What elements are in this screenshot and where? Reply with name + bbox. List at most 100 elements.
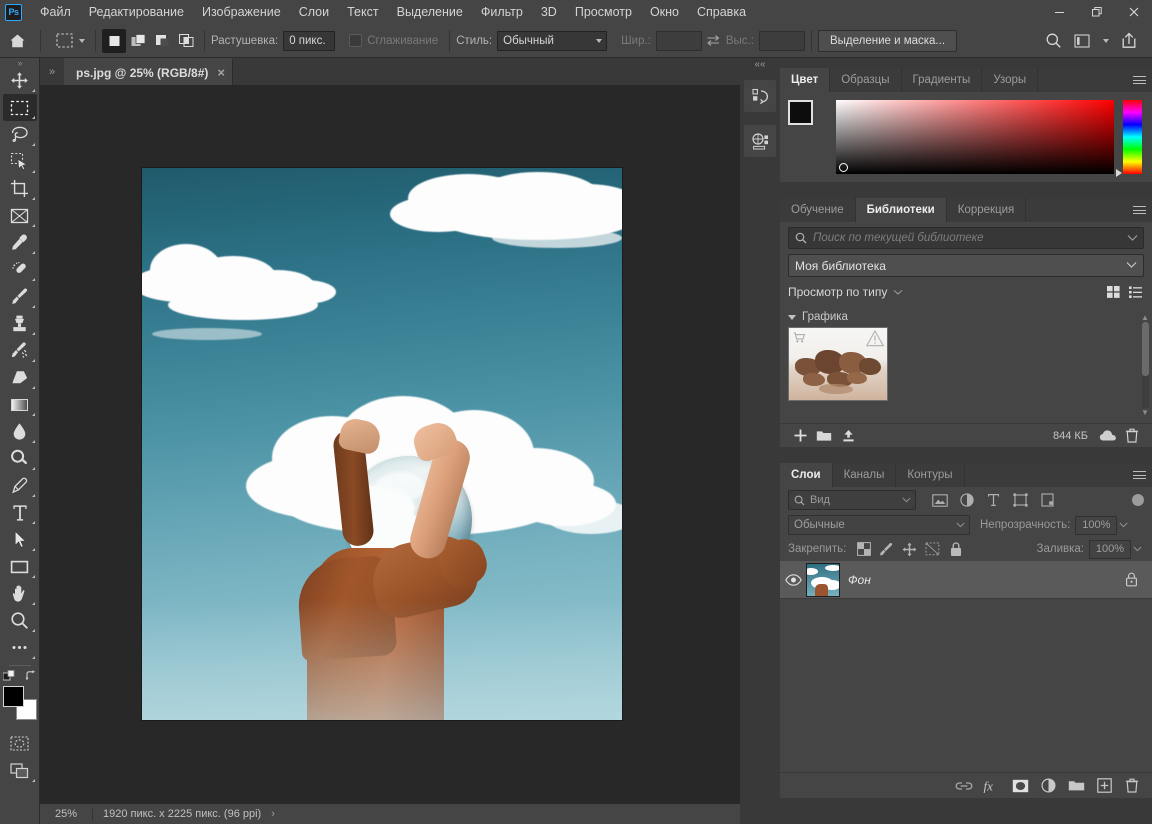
hand-tool[interactable] (3, 580, 37, 607)
lock-position-icon[interactable] (900, 540, 919, 559)
canvas-area[interactable] (40, 85, 740, 803)
move-tool[interactable] (3, 67, 37, 94)
library-scrollbar[interactable]: ▲ ▼ (1141, 313, 1150, 417)
hue-slider[interactable] (1123, 100, 1142, 174)
layer-filter-select[interactable]: Вид (788, 490, 916, 510)
collapse-panels-icon[interactable]: «« (740, 58, 780, 71)
menu-item-image[interactable]: Изображение (193, 0, 290, 24)
history-panel-icon[interactable] (744, 80, 776, 112)
zoom-level[interactable]: 25% (40, 808, 92, 820)
upload-icon[interactable] (836, 425, 860, 447)
height-input[interactable] (759, 31, 805, 51)
properties-panel-icon[interactable] (744, 125, 776, 157)
lock-image-pixels-icon[interactable] (877, 540, 896, 559)
panel-menu-icon[interactable] (1126, 463, 1152, 487)
adjustment-filter-icon[interactable] (957, 491, 976, 510)
menu-item-window[interactable]: Окно (641, 0, 688, 24)
adjustment-layer-icon[interactable] (1034, 774, 1062, 798)
frame-tool[interactable] (3, 202, 37, 229)
expand-toolbar-icon[interactable]: » (0, 58, 39, 67)
tool-preset-picker[interactable] (47, 28, 89, 54)
menu-item-layers[interactable]: Слои (290, 0, 338, 24)
quick-selection-tool[interactable] (3, 148, 37, 175)
intersect-selection-button[interactable] (174, 29, 198, 53)
chevron-down-icon[interactable] (1127, 234, 1138, 242)
edit-toolbar-tool[interactable] (3, 634, 37, 661)
crop-tool[interactable] (3, 175, 37, 202)
layer-name[interactable]: Фон (848, 573, 871, 587)
lock-icon[interactable] (1125, 572, 1138, 587)
table-row[interactable]: Фон (780, 561, 1152, 599)
subtract-from-selection-button[interactable] (150, 29, 174, 53)
default-colors-icon[interactable] (3, 670, 15, 682)
layer-style-fx-icon[interactable]: fx (978, 774, 1006, 798)
rectangle-tool[interactable] (3, 553, 37, 580)
rectangular-marquee-tool[interactable] (3, 94, 37, 121)
foreground-color-swatch[interactable] (788, 100, 813, 125)
history-brush-tool[interactable] (3, 337, 37, 364)
tab-paths[interactable]: Контуры (896, 463, 964, 487)
menu-item-file[interactable]: Файл (31, 0, 80, 24)
chevron-down-icon[interactable] (1117, 516, 1130, 535)
link-layers-icon[interactable] (950, 774, 978, 798)
dodge-tool[interactable] (3, 445, 37, 472)
library-search-input[interactable]: Поиск по текущей библиотеке (788, 227, 1144, 249)
workspace-icon[interactable] (1070, 27, 1094, 55)
minimize-button[interactable] (1041, 0, 1078, 24)
eye-icon[interactable] (780, 574, 806, 586)
menu-item-help[interactable]: Справка (688, 0, 755, 24)
screen-mode-icon[interactable] (3, 757, 37, 784)
new-selection-button[interactable] (102, 29, 126, 53)
fill-value[interactable]: 100% (1089, 540, 1131, 559)
pen-tool[interactable] (3, 472, 37, 499)
maximize-button[interactable] (1078, 0, 1115, 24)
workspace-chevron-icon[interactable] (1096, 27, 1112, 55)
filter-toggle-icon[interactable] (1132, 494, 1144, 506)
smart-object-filter-icon[interactable] (1038, 491, 1057, 510)
type-tool[interactable] (3, 499, 37, 526)
lasso-tool[interactable] (3, 121, 37, 148)
folder-icon[interactable] (812, 425, 836, 447)
menu-item-filter[interactable]: Фильтр (472, 0, 532, 24)
library-view-label[interactable]: Просмотр по типу (788, 285, 887, 299)
new-group-icon[interactable] (1062, 774, 1090, 798)
close-button[interactable] (1115, 0, 1152, 24)
tab-adjustments[interactable]: Коррекция (947, 198, 1027, 222)
library-select[interactable]: Моя библиотека (788, 254, 1144, 277)
tab-layers[interactable]: Слои (780, 463, 833, 487)
path-selection-tool[interactable] (3, 526, 37, 553)
pixel-filter-icon[interactable] (930, 491, 949, 510)
scroll-down-icon[interactable]: ▼ (1141, 408, 1149, 417)
add-layer-mask-icon[interactable] (1006, 774, 1034, 798)
opacity-value[interactable]: 100% (1075, 516, 1117, 535)
quick-mask-icon[interactable] (3, 730, 37, 757)
lock-all-icon[interactable] (946, 540, 965, 559)
search-icon[interactable] (1038, 27, 1068, 55)
blend-mode-select[interactable]: Обычные (788, 515, 970, 535)
select-and-mask-button[interactable]: Выделение и маска... (818, 30, 957, 52)
swap-colors-icon[interactable] (25, 670, 37, 682)
tab-patterns[interactable]: Узоры (982, 68, 1038, 92)
share-icon[interactable] (1114, 27, 1144, 55)
clone-stamp-tool[interactable] (3, 310, 37, 337)
tab-gradients[interactable]: Градиенты (902, 68, 983, 92)
collapse-tabs-icon[interactable]: » (40, 58, 64, 85)
tab-color[interactable]: Цвет (780, 68, 830, 92)
zoom-tool[interactable] (3, 607, 37, 634)
add-icon[interactable] (788, 425, 812, 447)
panel-menu-icon[interactable] (1126, 198, 1152, 222)
menu-item-edit[interactable]: Редактирование (80, 0, 193, 24)
library-asset-thumbnail[interactable] (788, 327, 888, 401)
menu-item-select[interactable]: Выделение (388, 0, 472, 24)
list-view-icon[interactable] (1126, 283, 1144, 301)
menu-item-type[interactable]: Текст (338, 0, 387, 24)
trash-icon[interactable] (1120, 425, 1144, 447)
antialias-checkbox[interactable] (349, 34, 362, 47)
width-input[interactable] (656, 31, 702, 51)
blur-tool[interactable] (3, 418, 37, 445)
style-select[interactable]: Обычный (497, 31, 607, 51)
tab-libraries[interactable]: Библиотеки (856, 198, 947, 222)
color-ramp[interactable] (836, 100, 1114, 174)
type-filter-icon[interactable] (984, 491, 1003, 510)
feather-input[interactable]: 0 пикс. (283, 31, 335, 51)
